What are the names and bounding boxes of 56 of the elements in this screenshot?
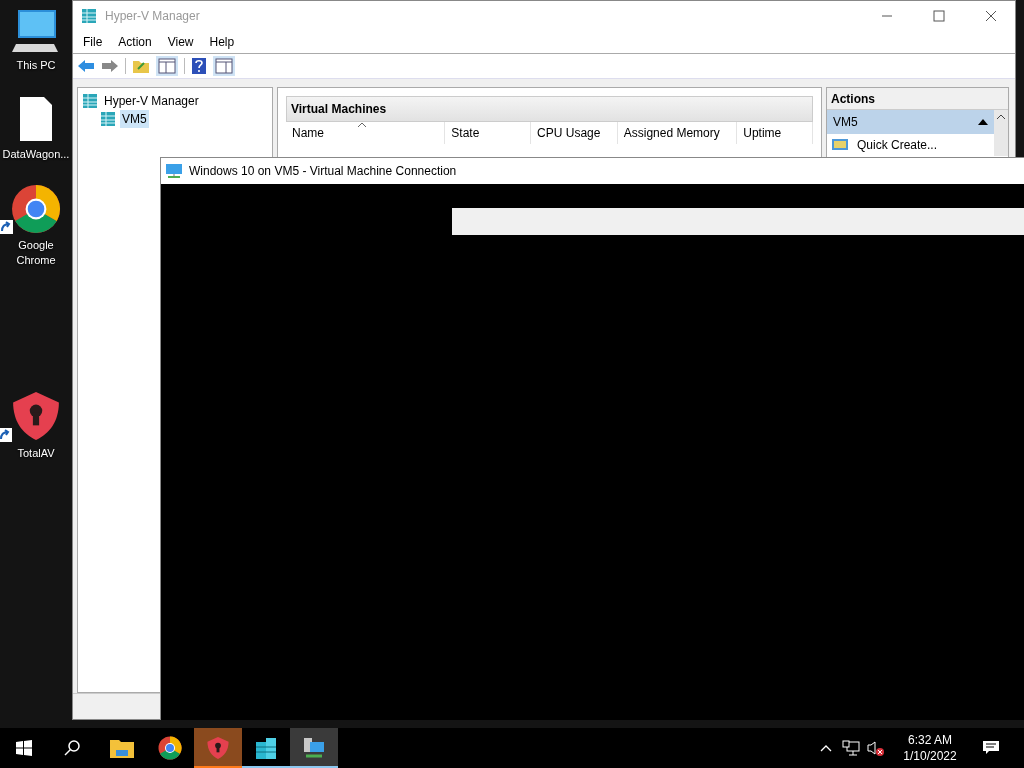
column-header[interactable]: Assigned Memory <box>617 122 738 144</box>
clock-date[interactable]: 1/10/2022 <box>903 748 957 764</box>
app-icon <box>81 8 97 24</box>
menu-item[interactable]: File <box>77 33 109 51</box>
taskbar-button[interactable] <box>290 728 338 768</box>
scrollbar[interactable] <box>994 110 1008 156</box>
chevron-up-icon[interactable] <box>820 744 832 752</box>
server-icon <box>82 93 98 109</box>
computer-icon <box>12 8 60 54</box>
folder-up-icon[interactable] <box>132 58 150 74</box>
chrome-icon <box>11 184 61 234</box>
tree-item[interactable]: Hyper-V Manager <box>102 92 201 110</box>
window-title: Hyper-V Manager <box>105 8 200 25</box>
desktop-icon-label[interactable]: This PC <box>16 58 56 73</box>
folder-icon <box>110 738 134 758</box>
menu-item[interactable]: Help <box>203 33 241 51</box>
menu-item[interactable]: Action <box>112 33 158 51</box>
window-title: Windows 10 on VM5 - Virtual Machine Connection <box>189 163 457 180</box>
action-pane-icon[interactable] <box>213 56 235 76</box>
column-header[interactable]: Name <box>286 122 446 144</box>
help-icon[interactable] <box>191 57 207 75</box>
menu-item[interactable]: View <box>161 33 200 51</box>
network-icon[interactable] <box>842 740 860 756</box>
maximize-icon[interactable] <box>933 10 945 22</box>
actions-title: Actions <box>831 90 875 108</box>
pane-toggle-icon[interactable] <box>156 56 178 76</box>
monitor-network-icon <box>302 736 326 760</box>
collapse-triangle-icon <box>978 119 988 125</box>
panel-title: Virtual Machines <box>291 101 387 118</box>
search-icon <box>63 739 81 757</box>
chrome-icon <box>158 736 182 760</box>
close-icon[interactable] <box>985 10 997 22</box>
server-icon <box>100 111 116 127</box>
monitor-network-icon <box>165 163 183 179</box>
forward-arrow-icon[interactable] <box>101 58 119 74</box>
column-header[interactable]: State <box>445 122 532 144</box>
scroll-up-icon[interactable] <box>997 114 1005 119</box>
back-arrow-icon[interactable] <box>77 58 95 74</box>
desktop-icon-label[interactable]: DataWagon... <box>2 147 70 162</box>
action-link[interactable]: Quick Create... <box>857 136 938 154</box>
monitor-icon <box>831 138 849 152</box>
document-icon <box>18 95 54 143</box>
shield-icon <box>10 390 62 442</box>
tree-item[interactable]: VM5 <box>120 110 149 128</box>
column-header[interactable]: Uptime <box>737 122 813 144</box>
action-group-header[interactable]: VM5 <box>827 110 994 134</box>
server-stack-icon <box>254 736 278 760</box>
shield-icon <box>206 736 230 760</box>
clock-time[interactable]: 6:32 AM <box>908 732 952 748</box>
column-header[interactable]: CPU Usage <box>531 122 618 144</box>
windows-logo-icon <box>16 740 32 756</box>
muted-speaker-icon[interactable] <box>866 740 884 756</box>
sort-caret-icon <box>358 122 366 127</box>
desktop-icon-label[interactable]: Google Chrome <box>0 238 72 268</box>
desktop-icon-label[interactable]: TotalAV <box>17 446 55 461</box>
notification-icon[interactable] <box>982 740 1000 756</box>
